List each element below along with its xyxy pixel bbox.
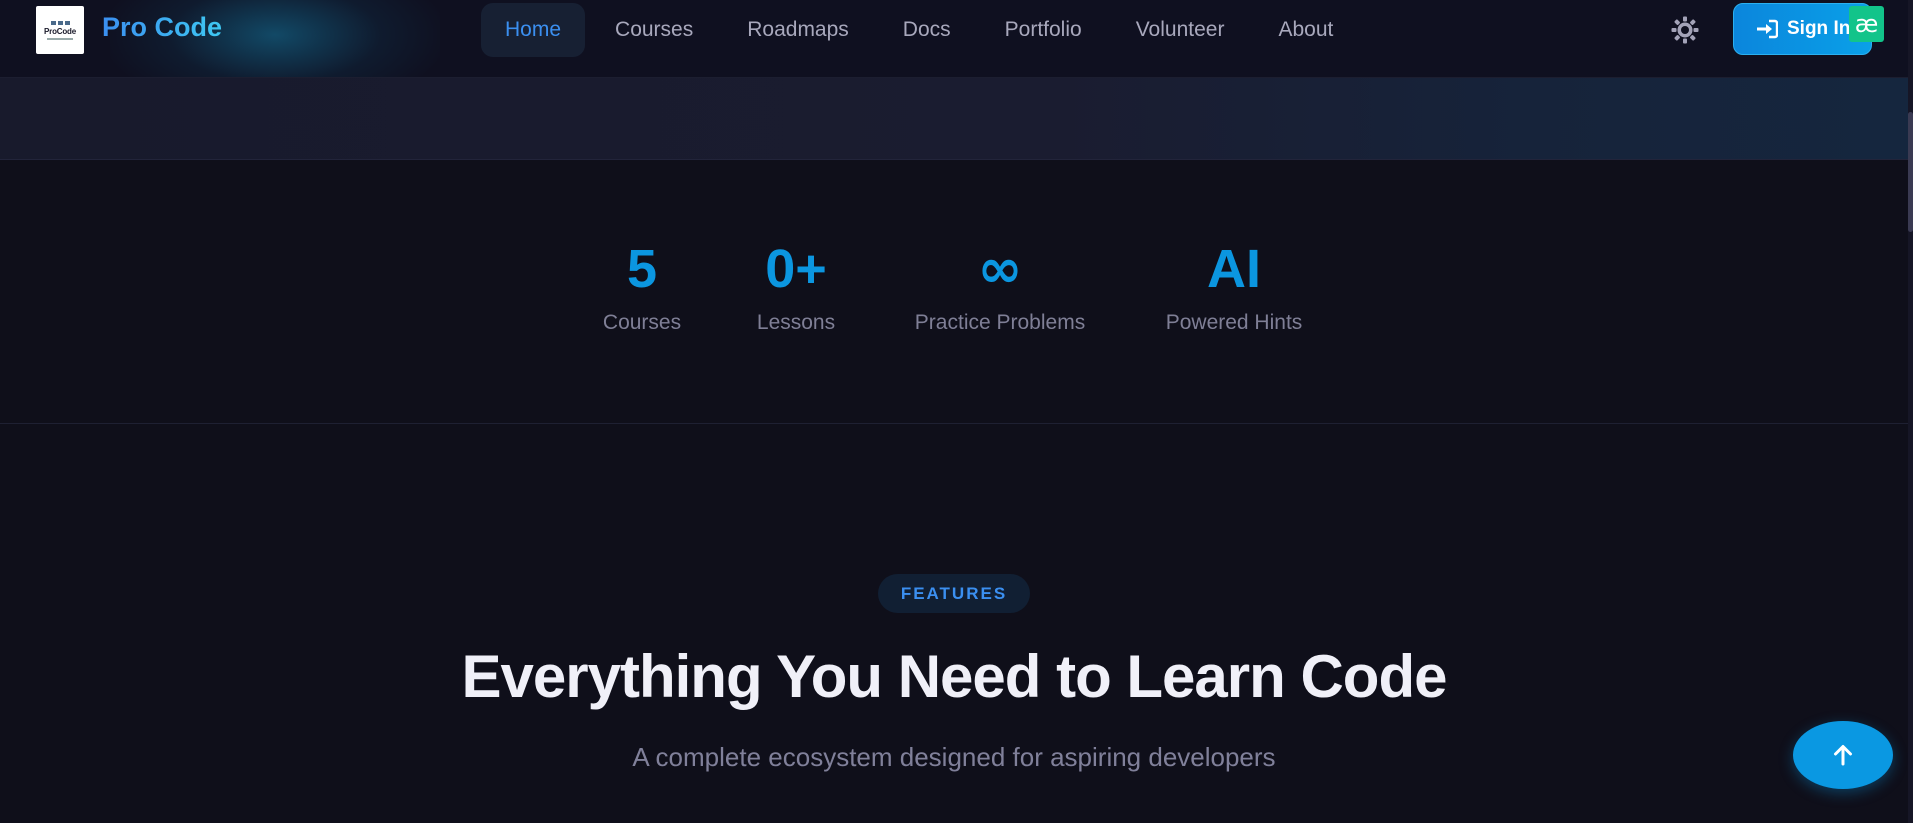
brand-name[interactable]: Pro Code — [102, 12, 222, 43]
stat-value: AI — [1207, 239, 1261, 299]
stat-courses: 5 Courses — [603, 238, 681, 335]
stat-label: Powered Hints — [1165, 311, 1303, 334]
stat-practice-problems: ∞ Practice Problems — [915, 238, 1085, 335]
features-subtitle: A complete ecosystem designed for aspiri… — [632, 742, 1276, 772]
logo-bars — [50, 20, 70, 25]
page: ProCode Pro Code Home Courses Roadmaps D… — [0, 0, 1913, 823]
arrow-up-icon — [1834, 745, 1852, 766]
features-pill: FEATURES — [878, 574, 1030, 613]
logo-underline — [47, 37, 73, 40]
hero-band — [0, 78, 1908, 160]
sun-icon — [1671, 16, 1699, 44]
nav-link-portfolio[interactable]: Portfolio — [981, 3, 1106, 57]
logo-text: ProCode — [44, 26, 76, 36]
stat-powered-hints: AI Powered Hints — [1166, 238, 1303, 335]
nav-link-roadmaps[interactable]: Roadmaps — [723, 3, 873, 57]
sign-in-label: Sign In — [1787, 18, 1851, 39]
nav-links: Home Courses Roadmaps Docs Portfolio Vol… — [481, 3, 1363, 57]
features-section: FEATURES Everything You Need to Learn Co… — [0, 424, 1908, 823]
stat-lessons: 0+ Lessons — [757, 238, 835, 335]
stat-label: Lessons — [756, 311, 836, 334]
nav-link-courses[interactable]: Courses — [591, 3, 717, 57]
stat-label: Practice Problems — [914, 311, 1086, 334]
scrollbar-thumb[interactable] — [1908, 112, 1913, 232]
stat-label: Courses — [602, 311, 682, 334]
stats-section: 5 Courses 0+ Lessons ∞ Practice Problems… — [0, 160, 1908, 424]
nav-link-volunteer[interactable]: Volunteer — [1112, 3, 1249, 57]
extension-badge[interactable]: æ — [1849, 6, 1884, 42]
stat-value: ∞ — [977, 237, 1023, 300]
logo[interactable]: ProCode — [36, 6, 84, 54]
scroll-to-top-button[interactable] — [1793, 721, 1893, 789]
stat-value: 0+ — [765, 239, 827, 299]
stat-value: 5 — [626, 239, 658, 299]
features-title: Everything You Need to Learn Code — [461, 643, 1448, 710]
nav-link-about[interactable]: About — [1254, 3, 1357, 57]
nav-link-docs[interactable]: Docs — [879, 3, 975, 57]
navbar: ProCode Pro Code Home Courses Roadmaps D… — [0, 0, 1908, 78]
sign-in-icon — [1757, 19, 1778, 39]
nav-link-home[interactable]: Home — [481, 3, 586, 57]
theme-toggle-button[interactable] — [1668, 13, 1702, 47]
